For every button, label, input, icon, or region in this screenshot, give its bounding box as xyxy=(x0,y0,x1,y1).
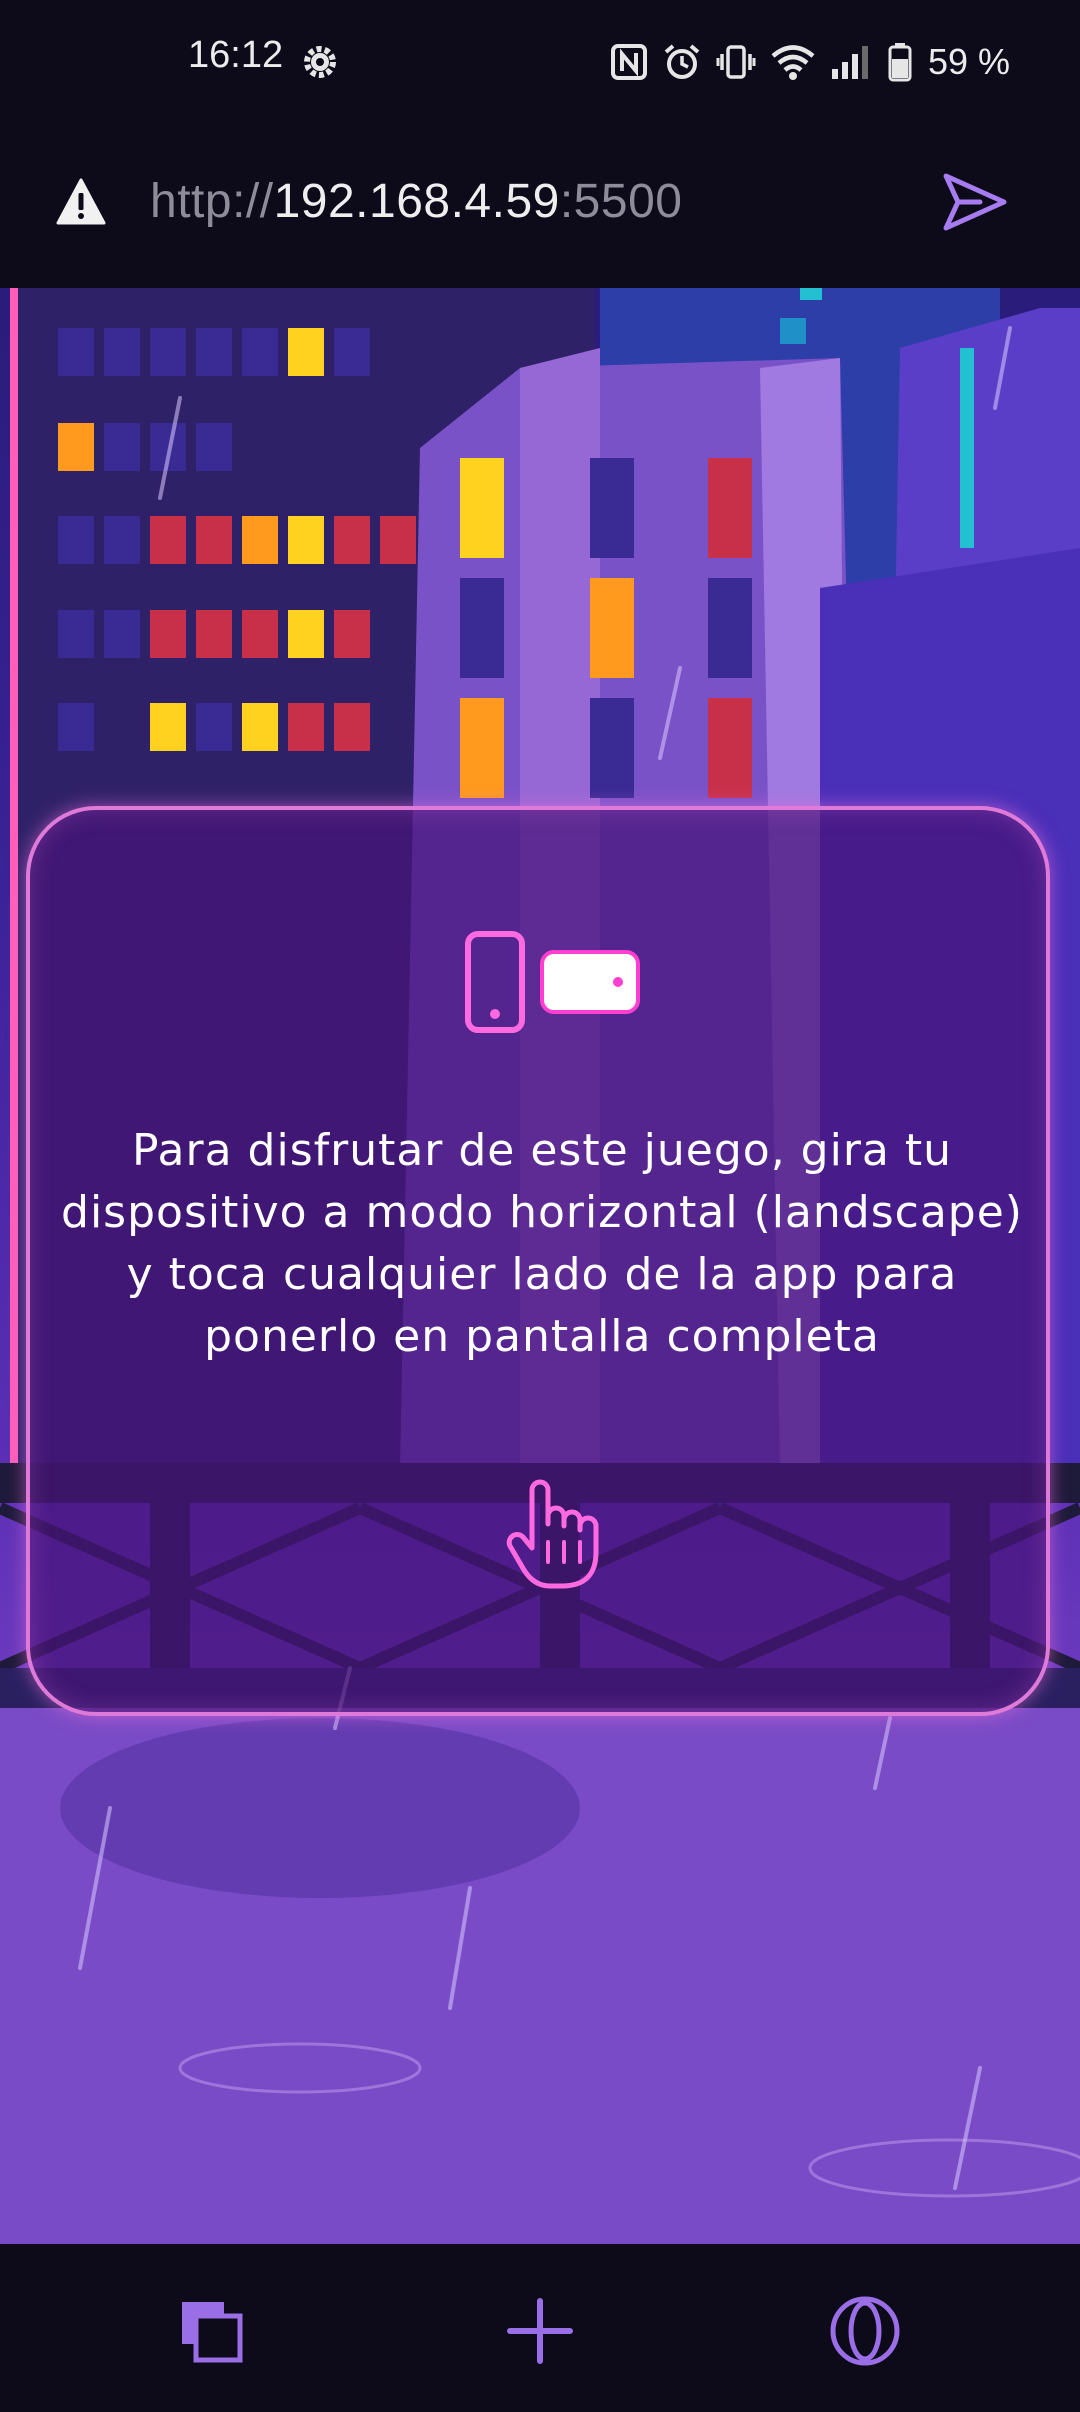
rotate-device-card[interactable]: Para disfrutar de este juego, gira tu di… xyxy=(26,806,1050,1716)
wifi-icon xyxy=(771,45,815,80)
rotate-instruction-text: Para disfrutar de este juego, gira tu di… xyxy=(61,1125,1023,1362)
url-port: :5500 xyxy=(559,175,683,228)
status-time: 16:12 xyxy=(188,34,284,76)
url-host: 192.168.4.59 xyxy=(273,175,560,228)
new-tab-icon[interactable] xyxy=(505,2296,575,2366)
rotate-device-icons xyxy=(465,931,640,1033)
status-icons: 59 % xyxy=(610,38,1010,86)
warning-icon[interactable] xyxy=(56,178,106,226)
battery-icon xyxy=(888,43,912,82)
gear-icon xyxy=(304,46,336,78)
tabs-icon[interactable] xyxy=(176,2296,246,2366)
opera-icon[interactable] xyxy=(830,2296,900,2366)
tap-hand-icon xyxy=(506,1479,599,1589)
phone-portrait-icon xyxy=(465,931,525,1033)
address-bar[interactable]: http://192.168.4.59:5500 xyxy=(0,126,1080,288)
send-icon[interactable] xyxy=(940,170,1010,234)
url-scheme: http:// xyxy=(150,175,274,228)
game-page[interactable]: Para disfrutar de este juego, gira tu di… xyxy=(0,288,1080,2244)
battery-percentage: 59 % xyxy=(928,41,1011,82)
signal-icon xyxy=(832,46,868,79)
alarm-icon xyxy=(664,44,700,79)
nfc-icon xyxy=(611,44,647,80)
browser-bottom-nav xyxy=(0,2244,1080,2412)
vibrate-icon xyxy=(716,45,756,79)
url-text[interactable]: http://192.168.4.59:5500 xyxy=(150,174,682,229)
phone-landscape-icon xyxy=(540,950,640,1014)
status-bar: 16:12 59 % xyxy=(0,0,1080,126)
